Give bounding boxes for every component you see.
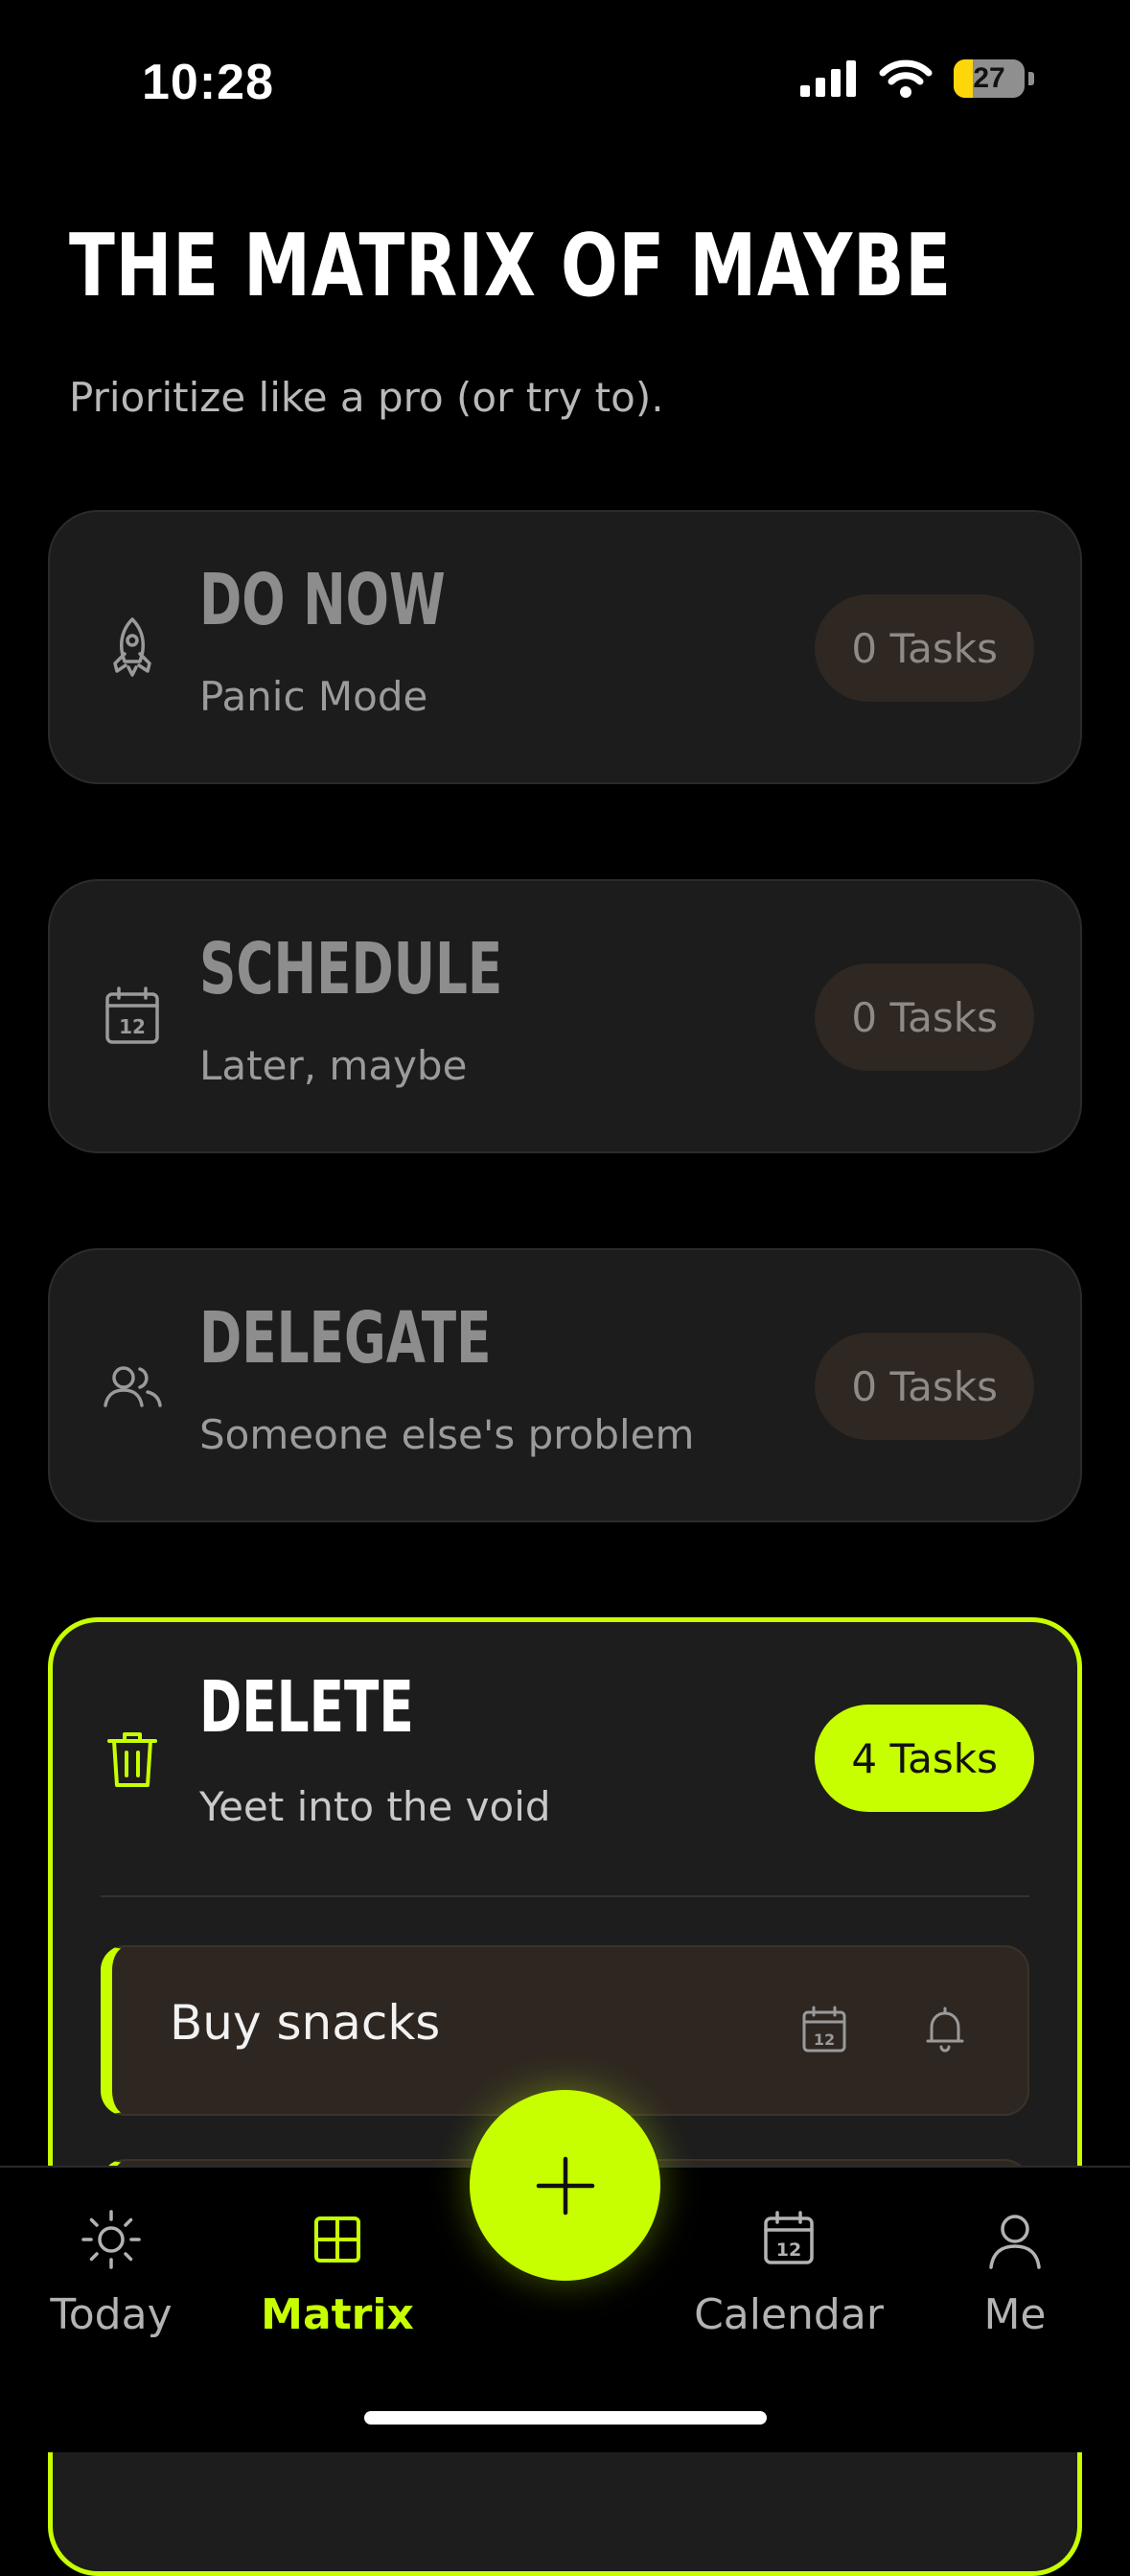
tab-me[interactable]: Me: [919, 2206, 1111, 2339]
sun-icon: [81, 2210, 141, 2269]
quadrant-subtitle: Someone else's problem: [199, 1411, 695, 1458]
users-icon: [104, 1366, 162, 1407]
tab-label: Matrix: [261, 2290, 414, 2339]
page-subtitle: Prioritize like a pro (or try to).: [69, 374, 664, 421]
page-title: THE MATRIX OF MAYBE: [69, 216, 953, 316]
quadrant-delegate[interactable]: DELEGATE Someone else's problem 0 Tasks: [48, 1248, 1082, 1522]
tab-label: Calendar: [694, 2290, 884, 2339]
task-count-badge: 0 Tasks: [815, 1333, 1034, 1440]
svg-text:12: 12: [119, 1015, 146, 1038]
quadrant-do-now[interactable]: DO NOW Panic Mode 0 Tasks: [48, 510, 1082, 784]
reminder-bell-icon[interactable]: [918, 2003, 972, 2056]
tab-calendar[interactable]: 12 Calendar: [693, 2206, 885, 2339]
home-indicator: [364, 2411, 767, 2425]
quadrant-title: DELETE: [199, 1666, 414, 1749]
rocket-icon: [113, 617, 151, 677]
tab-matrix[interactable]: Matrix: [242, 2206, 433, 2339]
plus-icon: [536, 2156, 594, 2215]
grid-icon: [314, 2216, 360, 2263]
quadrant-title: DO NOW: [199, 559, 446, 641]
user-icon: [989, 2215, 1041, 2269]
tab-label: Today: [50, 2290, 173, 2339]
quadrant-subtitle: Later, maybe: [199, 1042, 468, 1089]
quadrant-title: SCHEDULE: [199, 928, 503, 1010]
battery-icon: 27: [954, 59, 1025, 98]
schedule-task-calendar-icon[interactable]: 12: [797, 2003, 851, 2056]
calendar-icon: 12: [764, 2211, 814, 2264]
quadrant-subtitle: Yeet into the void: [199, 1783, 551, 1830]
svg-text:12: 12: [776, 2239, 801, 2261]
divider: [101, 1895, 1029, 1897]
wifi-icon: [879, 59, 933, 98]
add-task-button[interactable]: [470, 2090, 660, 2281]
task-count-badge: 4 Tasks: [815, 1705, 1034, 1812]
battery-cap: [1028, 72, 1034, 85]
battery-level: 27: [973, 62, 1005, 94]
svg-text:12: 12: [814, 2031, 835, 2049]
task-count-badge: 0 Tasks: [815, 594, 1034, 702]
cellular-signal-icon: [800, 60, 856, 97]
quadrant-title: DELEGATE: [199, 1297, 492, 1380]
status-icons: 27: [800, 59, 1034, 98]
task-actions: 12: [797, 2003, 972, 2056]
status-time: 10:28: [142, 55, 274, 110]
trash-icon: [107, 1732, 157, 1787]
quadrant-subtitle: Panic Mode: [199, 673, 428, 720]
tab-label: Me: [983, 2290, 1047, 2339]
quadrant-schedule[interactable]: 12 SCHEDULE Later, maybe 0 Tasks: [48, 879, 1082, 1153]
task-count-badge: 0 Tasks: [815, 963, 1034, 1071]
calendar-icon: 12: [105, 986, 159, 1044]
status-bar: 10:28 27: [0, 0, 1130, 163]
task-label: Buy snacks: [170, 1995, 441, 2051]
tab-today[interactable]: Today: [15, 2206, 207, 2339]
